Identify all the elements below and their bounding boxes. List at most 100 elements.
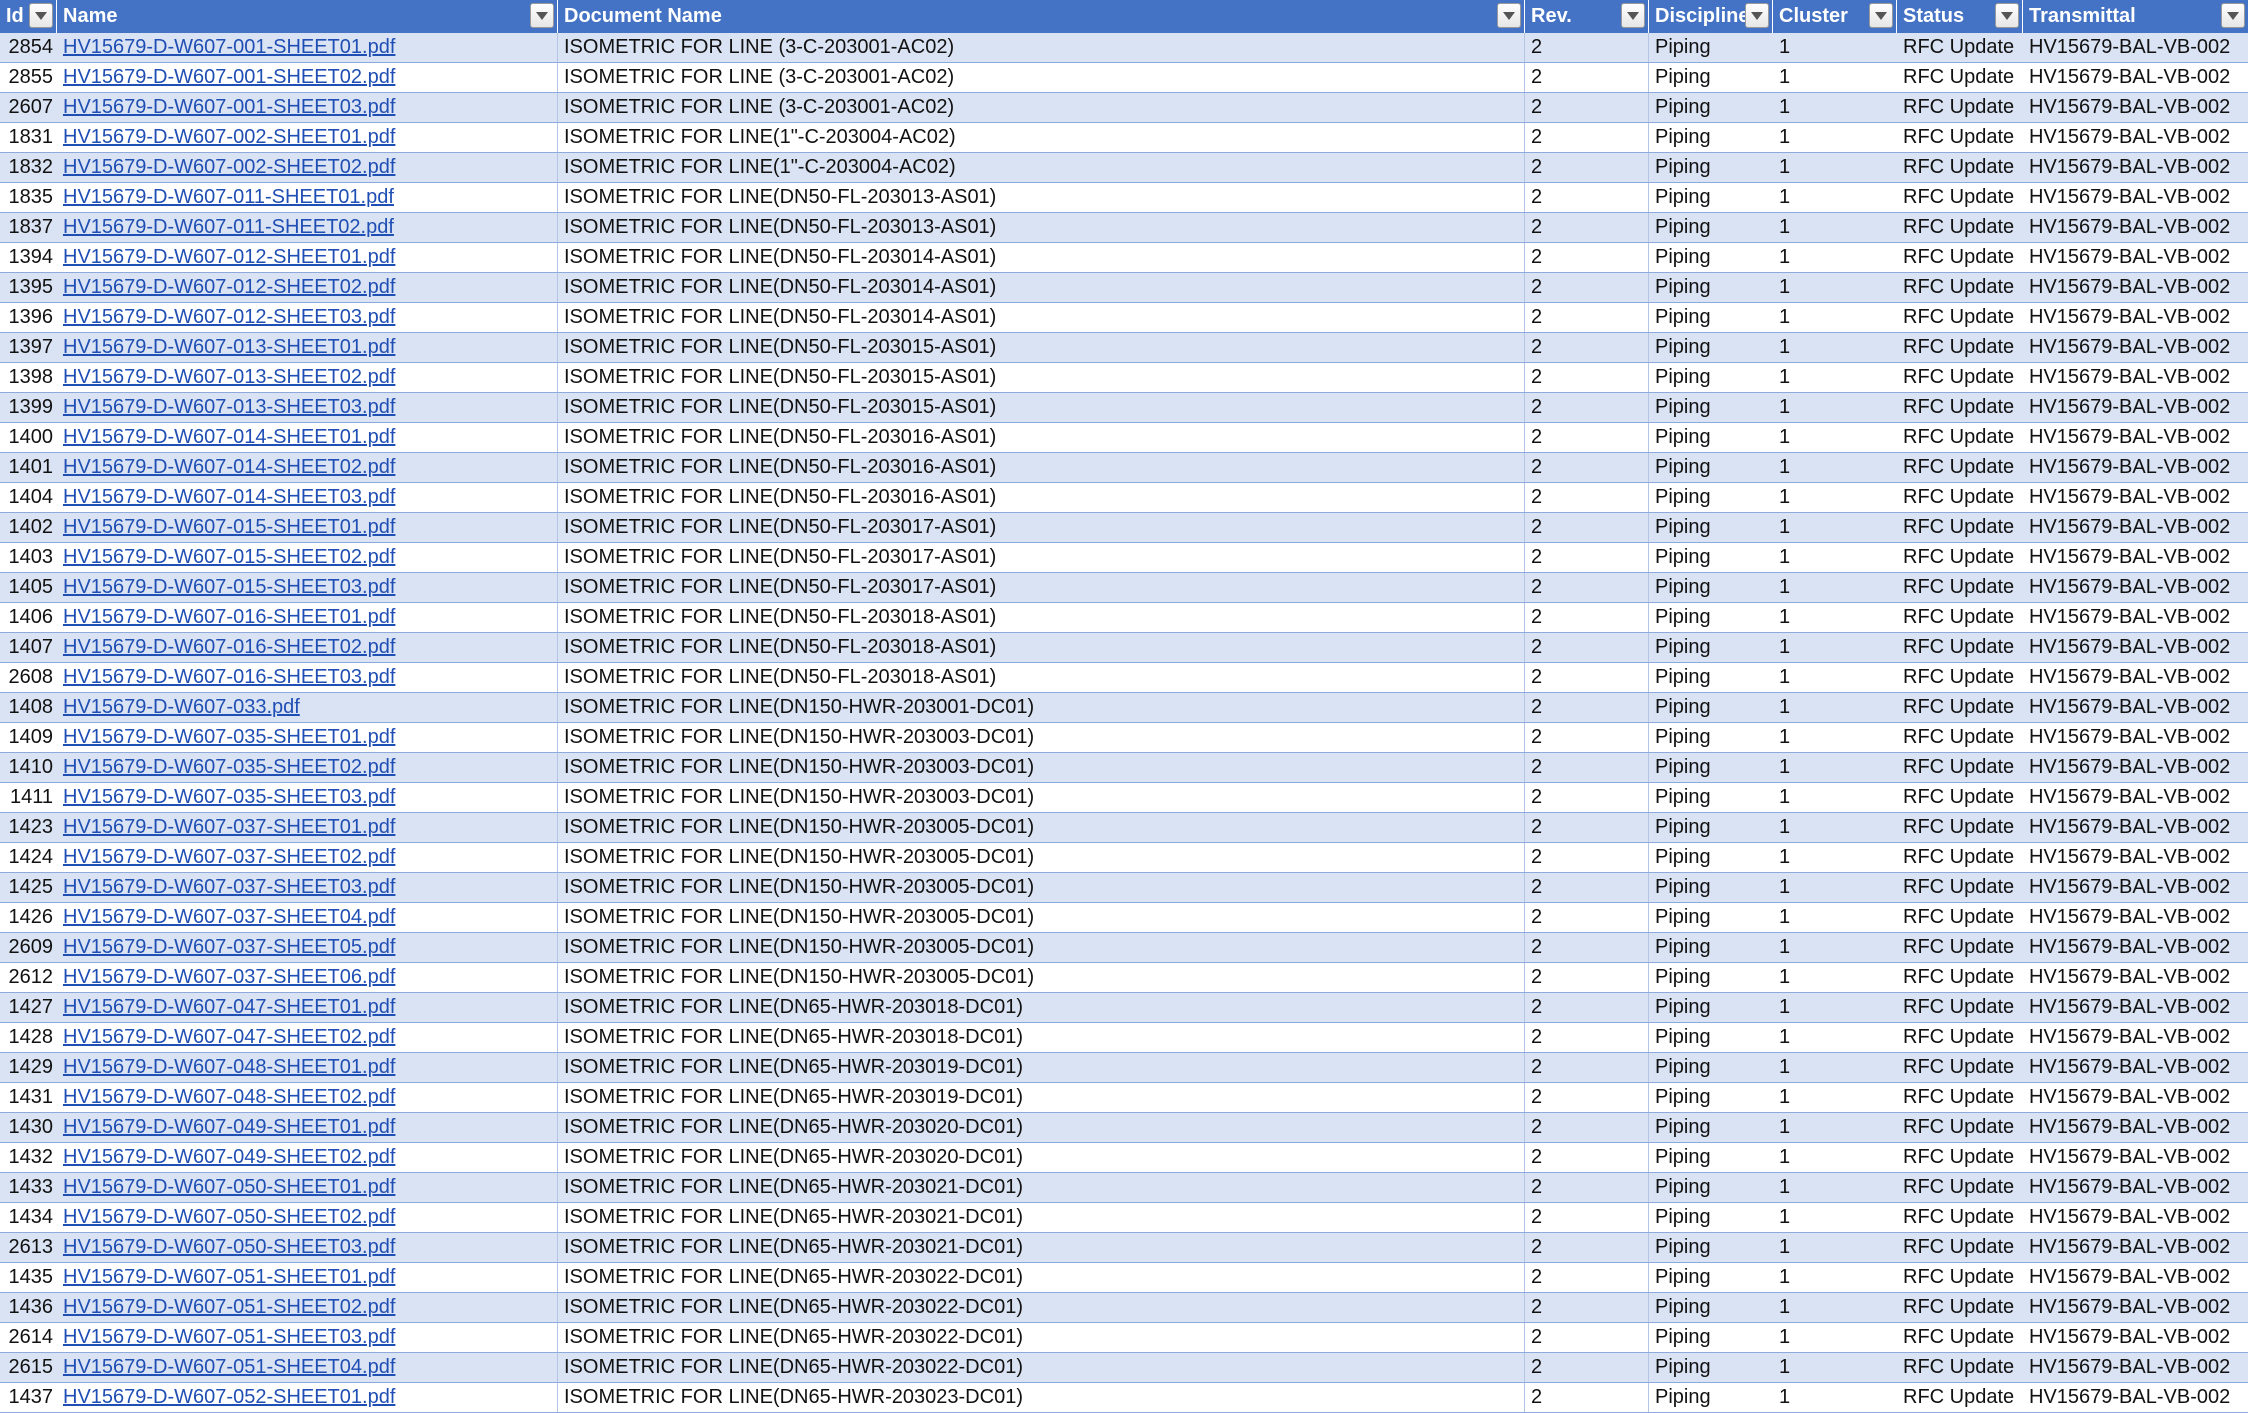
- cell-id[interactable]: 1395: [0, 273, 57, 302]
- cell-discipline[interactable]: Piping: [1649, 453, 1773, 482]
- table-row[interactable]: 1435 HV15679-D-W607-051-SHEET01.pdf ISOMET…: [0, 1263, 2248, 1293]
- file-link[interactable]: HV15679-D-W607-016-SHEET01.pdf: [63, 606, 395, 628]
- cell-status[interactable]: RFC Update: [1897, 753, 2023, 782]
- table-row[interactable]: 1409 HV15679-D-W607-035-SHEET01.pdf ISOMET…: [0, 723, 2248, 753]
- cell-transmittal[interactable]: HV15679-BAL-VB-002: [2023, 1173, 2248, 1202]
- cell-discipline[interactable]: Piping: [1649, 1113, 1773, 1142]
- cell-status[interactable]: RFC Update: [1897, 1173, 2023, 1202]
- cell-rev[interactable]: 2: [1525, 303, 1649, 332]
- cell-document-name[interactable]: ISOMETRIC FOR LINE(DN50-FL-203013-AS01): [558, 213, 1525, 242]
- cell-cluster[interactable]: 1: [1773, 1323, 1897, 1352]
- filter-dropdown-icon[interactable]: [1869, 3, 1893, 28]
- cell-document-name[interactable]: ISOMETRIC FOR LINE(DN65-HWR-203021-DC01): [558, 1233, 1525, 1262]
- cell-discipline[interactable]: Piping: [1649, 843, 1773, 872]
- file-link[interactable]: HV15679-D-W607-014-SHEET03.pdf: [63, 486, 395, 508]
- cell-id[interactable]: 1432: [0, 1143, 57, 1172]
- cell-status[interactable]: RFC Update: [1897, 1353, 2023, 1382]
- cell-rev[interactable]: 2: [1525, 1323, 1649, 1352]
- cell-status[interactable]: RFC Update: [1897, 483, 2023, 512]
- cell-id[interactable]: 1426: [0, 903, 57, 932]
- cell-transmittal[interactable]: HV15679-BAL-VB-002: [2023, 453, 2248, 482]
- cell-transmittal[interactable]: HV15679-BAL-VB-002: [2023, 1083, 2248, 1112]
- cell-cluster[interactable]: 1: [1773, 93, 1897, 122]
- cell-id[interactable]: 1430: [0, 1113, 57, 1142]
- cell-cluster[interactable]: 1: [1773, 1143, 1897, 1172]
- cell-status[interactable]: RFC Update: [1897, 123, 2023, 152]
- cell-id[interactable]: 1401: [0, 453, 57, 482]
- cell-transmittal[interactable]: HV15679-BAL-VB-002: [2023, 513, 2248, 542]
- table-row[interactable]: 1832 HV15679-D-W607-002-SHEET02.pdf ISOMET…: [0, 153, 2248, 183]
- cell-status[interactable]: RFC Update: [1897, 393, 2023, 422]
- file-link[interactable]: HV15679-D-W607-051-SHEET03.pdf: [63, 1326, 395, 1348]
- cell-discipline[interactable]: Piping: [1649, 63, 1773, 92]
- cell-cluster[interactable]: 1: [1773, 363, 1897, 392]
- cell-transmittal[interactable]: HV15679-BAL-VB-002: [2023, 123, 2248, 152]
- file-link[interactable]: HV15679-D-W607-015-SHEET02.pdf: [63, 546, 395, 568]
- cell-document-name[interactable]: ISOMETRIC FOR LINE(DN65-HWR-203022-DC01): [558, 1353, 1525, 1382]
- cell-id[interactable]: 2608: [0, 663, 57, 692]
- file-link[interactable]: HV15679-D-W607-051-SHEET02.pdf: [63, 1296, 395, 1318]
- table-row[interactable]: 1423 HV15679-D-W607-037-SHEET01.pdf ISOMET…: [0, 813, 2248, 843]
- cell-transmittal[interactable]: HV15679-BAL-VB-002: [2023, 1263, 2248, 1292]
- cell-transmittal[interactable]: HV15679-BAL-VB-002: [2023, 903, 2248, 932]
- cell-transmittal[interactable]: HV15679-BAL-VB-002: [2023, 723, 2248, 752]
- cell-rev[interactable]: 2: [1525, 1263, 1649, 1292]
- cell-status[interactable]: RFC Update: [1897, 183, 2023, 212]
- cell-discipline[interactable]: Piping: [1649, 1203, 1773, 1232]
- file-link[interactable]: HV15679-D-W607-035-SHEET03.pdf: [63, 786, 395, 808]
- cell-status[interactable]: RFC Update: [1897, 1323, 2023, 1352]
- filter-dropdown-icon[interactable]: [2221, 3, 2245, 28]
- cell-id[interactable]: 1424: [0, 843, 57, 872]
- cell-transmittal[interactable]: HV15679-BAL-VB-002: [2023, 573, 2248, 602]
- cell-cluster[interactable]: 1: [1773, 663, 1897, 692]
- cell-discipline[interactable]: Piping: [1649, 903, 1773, 932]
- file-link[interactable]: HV15679-D-W607-013-SHEET03.pdf: [63, 396, 395, 418]
- cell-discipline[interactable]: Piping: [1649, 1353, 1773, 1382]
- cell-discipline[interactable]: Piping: [1649, 93, 1773, 122]
- cell-transmittal[interactable]: HV15679-BAL-VB-002: [2023, 693, 2248, 722]
- cell-rev[interactable]: 2: [1525, 243, 1649, 272]
- cell-document-name[interactable]: ISOMETRIC FOR LINE(DN150-HWR-203005-DC01…: [558, 813, 1525, 842]
- cell-discipline[interactable]: Piping: [1649, 783, 1773, 812]
- file-link[interactable]: HV15679-D-W607-013-SHEET02.pdf: [63, 366, 395, 388]
- cell-status[interactable]: RFC Update: [1897, 1053, 2023, 1082]
- cell-cluster[interactable]: 1: [1773, 33, 1897, 62]
- table-row[interactable]: 1831 HV15679-D-W607-002-SHEET01.pdf ISOMET…: [0, 123, 2248, 153]
- cell-discipline[interactable]: Piping: [1649, 393, 1773, 422]
- cell-cluster[interactable]: 1: [1773, 153, 1897, 182]
- table-row[interactable]: 1432 HV15679-D-W607-049-SHEET02.pdf ISOMET…: [0, 1143, 2248, 1173]
- table-row[interactable]: 1433 HV15679-D-W607-050-SHEET01.pdf ISOMET…: [0, 1173, 2248, 1203]
- cell-document-name[interactable]: ISOMETRIC FOR LINE(DN50-FL-203015-AS01): [558, 333, 1525, 362]
- cell-transmittal[interactable]: HV15679-BAL-VB-002: [2023, 93, 2248, 122]
- cell-status[interactable]: RFC Update: [1897, 273, 2023, 302]
- cell-status[interactable]: RFC Update: [1897, 813, 2023, 842]
- file-link[interactable]: HV15679-D-W607-011-SHEET02.pdf: [63, 216, 394, 238]
- cell-cluster[interactable]: 1: [1773, 123, 1897, 152]
- cell-cluster[interactable]: 1: [1773, 993, 1897, 1022]
- file-link[interactable]: HV15679-D-W607-001-SHEET03.pdf: [63, 96, 395, 118]
- cell-document-name[interactable]: ISOMETRIC FOR LINE(DN50-FL-203013-AS01): [558, 183, 1525, 212]
- file-link[interactable]: HV15679-D-W607-012-SHEET03.pdf: [63, 306, 395, 328]
- cell-rev[interactable]: 2: [1525, 453, 1649, 482]
- cell-status[interactable]: RFC Update: [1897, 1233, 2023, 1262]
- table-row[interactable]: 2612 HV15679-D-W607-037-SHEET06.pdf ISOMET…: [0, 963, 2248, 993]
- cell-transmittal[interactable]: HV15679-BAL-VB-002: [2023, 843, 2248, 872]
- cell-document-name[interactable]: ISOMETRIC FOR LINE(DN50-FL-203015-AS01): [558, 363, 1525, 392]
- cell-rev[interactable]: 2: [1525, 123, 1649, 152]
- cell-document-name[interactable]: ISOMETRIC FOR LINE(DN65-HWR-203022-DC01): [558, 1263, 1525, 1292]
- cell-status[interactable]: RFC Update: [1897, 543, 2023, 572]
- cell-id[interactable]: 2607: [0, 93, 57, 122]
- table-row[interactable]: 1424 HV15679-D-W607-037-SHEET02.pdf ISOMET…: [0, 843, 2248, 873]
- cell-id[interactable]: 1410: [0, 753, 57, 782]
- file-link[interactable]: HV15679-D-W607-035-SHEET02.pdf: [63, 756, 395, 778]
- filter-dropdown-icon[interactable]: [530, 3, 554, 28]
- cell-document-name[interactable]: ISOMETRIC FOR LINE(1"-C-203004-AC02): [558, 153, 1525, 182]
- cell-status[interactable]: RFC Update: [1897, 603, 2023, 632]
- filter-dropdown-icon[interactable]: [29, 3, 53, 28]
- cell-transmittal[interactable]: HV15679-BAL-VB-002: [2023, 63, 2248, 92]
- cell-id[interactable]: 1398: [0, 363, 57, 392]
- cell-document-name[interactable]: ISOMETRIC FOR LINE(DN65-HWR-203022-DC01): [558, 1293, 1525, 1322]
- cell-discipline[interactable]: Piping: [1649, 1293, 1773, 1322]
- cell-rev[interactable]: 2: [1525, 213, 1649, 242]
- file-link[interactable]: HV15679-D-W607-015-SHEET01.pdf: [63, 516, 395, 538]
